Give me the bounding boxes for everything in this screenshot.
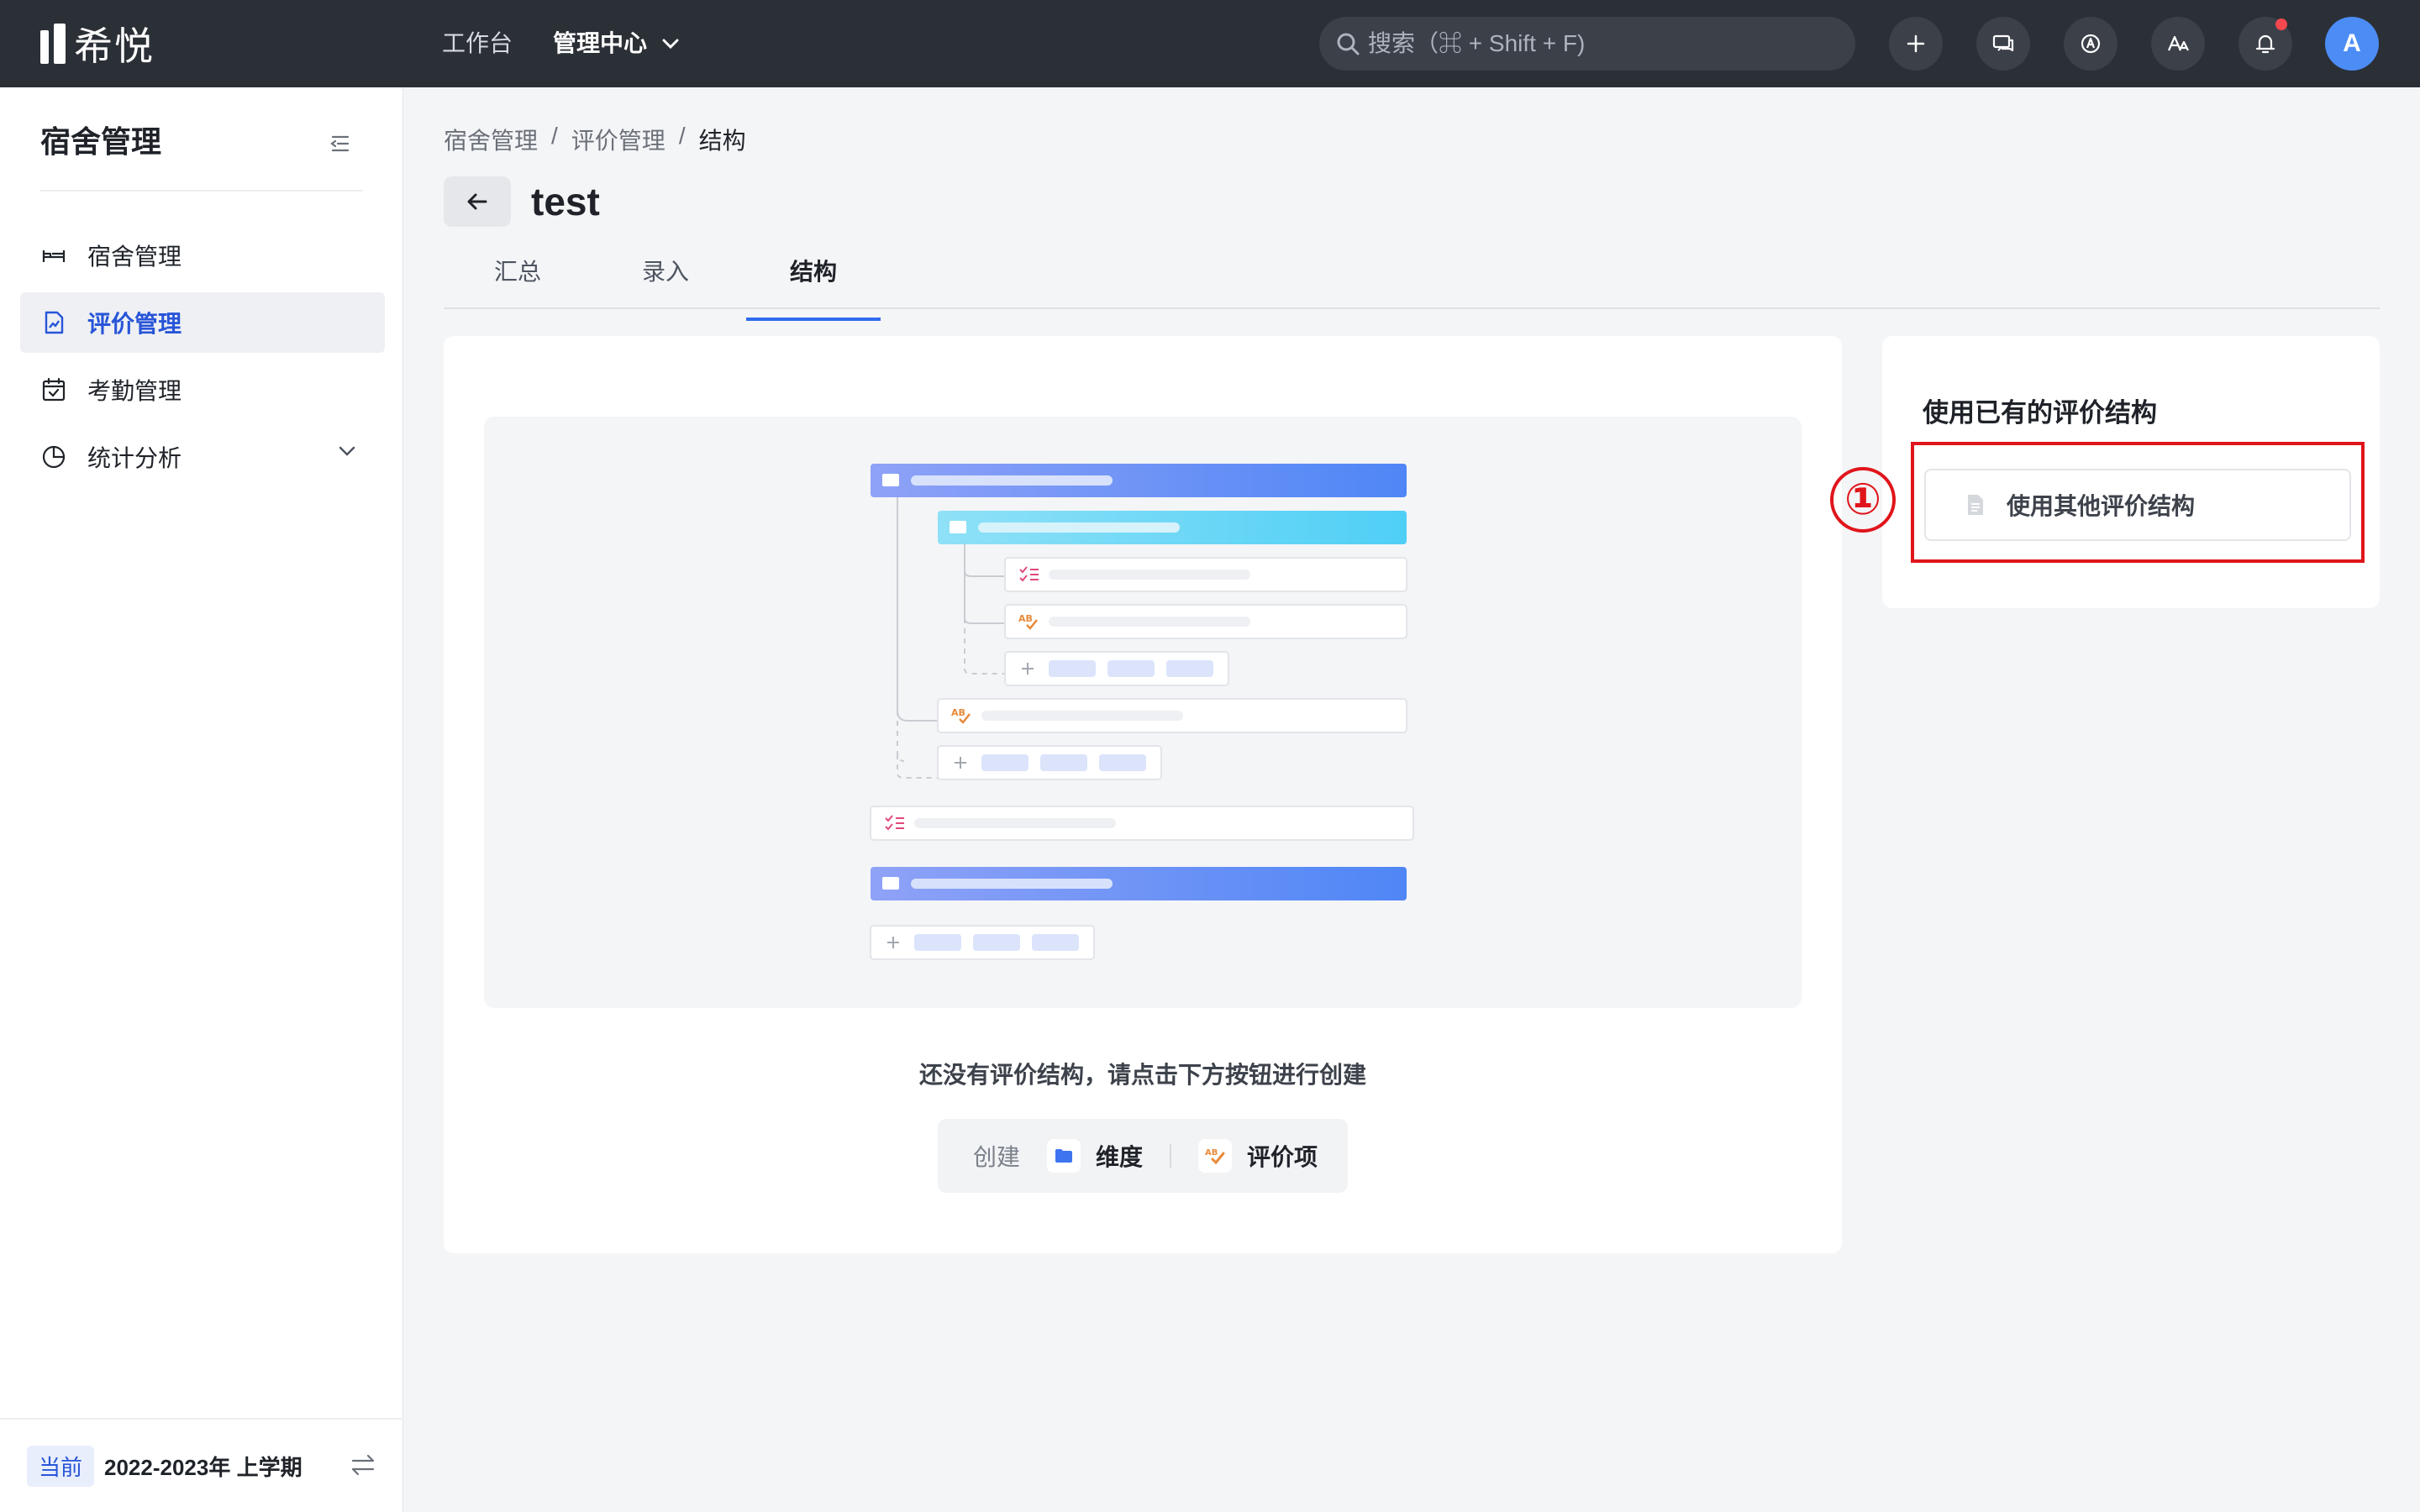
- logo-text: 希悦: [74, 24, 155, 68]
- structure-empty-card: AB AB 还没有评价结构，请点击下方按钮进行创建 创建 维度 AB 评价项: [444, 336, 1842, 1253]
- nav-workbench[interactable]: 工作台: [442, 25, 513, 62]
- top-nav: 工作台 管理中心: [442, 25, 679, 62]
- font-icon: [2167, 35, 2189, 51]
- sidebar-menu: 宿舍管理 评价管理 考勤管理 统计分析: [20, 225, 385, 494]
- nav-admin-center[interactable]: 管理中心: [553, 25, 679, 62]
- create-bar: 创建 维度 AB 评价项: [938, 1119, 1348, 1193]
- sidebar-item-statistics[interactable]: 统计分析: [20, 427, 385, 487]
- bell-icon: [2255, 34, 2275, 54]
- document-icon: [1968, 495, 1983, 515]
- sidebar-header: 宿舍管理: [40, 121, 363, 192]
- chevron-down-icon[interactable]: [338, 445, 356, 457]
- arrow-left-icon: [467, 193, 487, 210]
- switch-term-icon[interactable]: [350, 1453, 376, 1477]
- current-term: 2022-2023年 上学期: [104, 1454, 302, 1480]
- create-dimension-button[interactable]: 维度: [1047, 1139, 1143, 1173]
- create-item-label: 评价项: [1247, 1144, 1318, 1170]
- search-icon: [1337, 33, 1360, 55]
- bed-icon: [42, 250, 66, 262]
- existing-structure-title: 使用已有的评价结构: [1923, 398, 2157, 428]
- search-input[interactable]: [1368, 30, 1822, 57]
- spellcheck-icon: AB: [1198, 1139, 1233, 1173]
- compass-icon: [2081, 34, 2101, 54]
- avatar[interactable]: A: [2325, 17, 2379, 71]
- breadcrumb: 宿舍管理 / 评价管理 / 结构: [444, 123, 746, 156]
- sidebar-item-label: 宿舍管理: [87, 244, 182, 270]
- collapse-sidebar-icon[interactable]: [329, 133, 351, 155]
- empty-state-message: 还没有评价结构，请点击下方按钮进行创建: [918, 1062, 1366, 1088]
- back-button[interactable]: [444, 176, 511, 227]
- pie-chart-icon: [42, 445, 66, 469]
- structure-illustration: AB AB: [484, 417, 1802, 1008]
- breadcrumb-evaluation[interactable]: 评价管理: [571, 123, 666, 156]
- evaluation-icon: [45, 311, 64, 334]
- breadcrumb-separator: /: [551, 123, 558, 149]
- logo[interactable]: 希悦: [40, 22, 155, 68]
- use-other-structure-label: 使用其他评价结构: [2007, 493, 2196, 519]
- sidebar-item-label: 统计分析: [87, 445, 182, 471]
- chat-icon: [1992, 34, 2014, 52]
- create-dimension-label: 维度: [1096, 1144, 1144, 1170]
- add-button[interactable]: [1889, 17, 1943, 71]
- breadcrumb-structure: 结构: [698, 128, 746, 154]
- breadcrumb-dormitory[interactable]: 宿舍管理: [444, 123, 538, 156]
- chevron-down-icon: [662, 39, 679, 49]
- create-item-button[interactable]: AB 评价项: [1198, 1139, 1318, 1173]
- sidebar-item-evaluation[interactable]: 评价管理: [20, 292, 385, 353]
- tab-bar: 汇总 录入 结构: [444, 249, 2380, 321]
- create-label: 创建: [973, 1144, 1021, 1170]
- tab-structure[interactable]: 结构: [739, 249, 887, 321]
- plus-icon: [1907, 34, 1925, 53]
- language-button[interactable]: [2151, 17, 2205, 71]
- logo-icon: [40, 24, 66, 64]
- sidebar-item-dormitory[interactable]: 宿舍管理: [20, 225, 385, 286]
- explore-button[interactable]: [2064, 17, 2118, 71]
- tab-entry[interactable]: 录入: [592, 249, 739, 307]
- messages-button[interactable]: [1976, 17, 2030, 71]
- sidebar-title: 宿舍管理: [40, 124, 162, 159]
- nav-admin-center-label: 管理中心: [553, 30, 648, 56]
- term-selector: 当前 2022-2023年 上学期: [0, 1418, 403, 1512]
- svg-text:AB: AB: [951, 707, 965, 718]
- use-other-structure-button[interactable]: 使用其他评价结构: [1924, 469, 2351, 541]
- sidebar-item-label: 评价管理: [87, 311, 182, 337]
- calendar-icon: [42, 377, 66, 402]
- tree-illustration: AB AB: [870, 464, 1414, 960]
- notifications-button[interactable]: [2238, 17, 2292, 71]
- divider: [1170, 1144, 1172, 1168]
- existing-structure-card: 使用已有的评价结构 使用其他评价结构: [1882, 336, 2380, 608]
- top-bar: 希悦 工作台 管理中心 A: [0, 0, 2420, 87]
- page-title: test: [531, 180, 600, 223]
- sidebar: 宿舍管理 宿舍管理 评价管理 考勤管理 统计分析 当前 2022-2023年 上…: [0, 87, 403, 1512]
- svg-text:AB: AB: [1018, 613, 1033, 624]
- notification-dot: [2275, 18, 2287, 30]
- annotation-marker: ①: [1830, 467, 1896, 533]
- folder-icon: [1047, 1139, 1081, 1173]
- current-term-badge: 当前: [27, 1445, 95, 1487]
- tab-summary[interactable]: 汇总: [444, 249, 592, 307]
- sidebar-item-attendance[interactable]: 考勤管理: [20, 360, 385, 420]
- svg-text:AB: AB: [1205, 1148, 1218, 1158]
- breadcrumb-separator: /: [678, 123, 686, 149]
- search-box[interactable]: [1319, 17, 1855, 71]
- sidebar-item-label: 考勤管理: [87, 378, 182, 404]
